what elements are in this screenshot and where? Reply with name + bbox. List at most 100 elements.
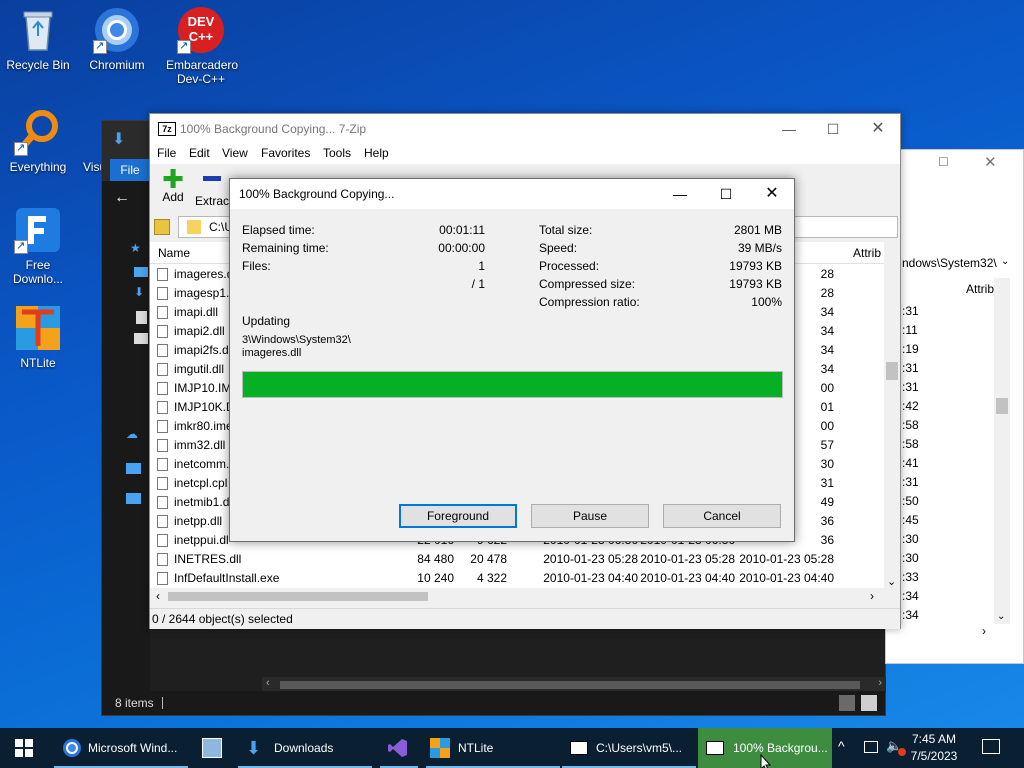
scroll-thumb[interactable] bbox=[280, 681, 860, 689]
taskbar-item-7zip-explorer[interactable]: 7z C:\Users\vm5\... bbox=[562, 728, 696, 768]
file-name: imkr80.ime bbox=[174, 419, 233, 433]
file-name: imapi2.dll bbox=[174, 324, 225, 338]
current-path: 3\Windows\System32\ bbox=[242, 334, 351, 346]
menu-view[interactable]: View bbox=[222, 146, 248, 160]
dialog-title: 100% Background Copying... bbox=[239, 187, 395, 201]
processed-value: 19793 KB bbox=[729, 259, 782, 273]
attrib-column-header[interactable]: Attrib bbox=[966, 282, 994, 296]
add-button[interactable]: ✚ Add bbox=[156, 166, 190, 212]
ntlite-icon bbox=[14, 304, 62, 352]
scroll-right-icon[interactable]: › bbox=[870, 589, 874, 603]
maximize-button[interactable]: ☐ bbox=[810, 114, 856, 144]
scroll-down-icon[interactable]: ⌄ bbox=[997, 611, 1005, 622]
thumbnail-view-icon[interactable] bbox=[861, 695, 877, 711]
downloads-folder-icon[interactable]: ⬇ bbox=[134, 285, 144, 299]
scroll-left-icon[interactable]: ‹ bbox=[156, 589, 160, 603]
close-button[interactable]: ✕ bbox=[749, 179, 795, 209]
back-arrow-icon[interactable]: ← bbox=[114, 189, 130, 207]
address-fragment[interactable]: ndows\System32\ bbox=[902, 256, 997, 270]
desktop-icon-visual-studio[interactable]: Visu bbox=[62, 108, 102, 174]
time-cell: :58 bbox=[902, 418, 919, 432]
maximize-button[interactable]: ☐ bbox=[703, 179, 749, 209]
elapsed-time-value: 00:01:11 bbox=[439, 223, 485, 237]
taskbar-item-visual-studio[interactable] bbox=[376, 728, 422, 768]
minimize-button[interactable]: — bbox=[766, 114, 812, 144]
desktop-icon-label: Chromium bbox=[89, 58, 145, 72]
desktop-icon-label: Visu bbox=[83, 160, 102, 174]
table-row[interactable]: InfDefaultInstall.exe 10 240 4 322 2010-01-… bbox=[150, 569, 890, 588]
file-size: 84 480 bbox=[417, 552, 454, 566]
close-button[interactable]: ✕ bbox=[855, 114, 901, 144]
scroll-right-icon[interactable]: › bbox=[878, 677, 882, 689]
file-icon bbox=[157, 268, 168, 281]
taskbar-item-chromium[interactable]: Microsoft Wind... bbox=[54, 728, 188, 768]
scroll-right-icon[interactable]: › bbox=[982, 624, 986, 638]
files-value: 1 bbox=[478, 259, 485, 273]
vscrollbar[interactable]: ⌄ bbox=[884, 242, 900, 588]
close-icon[interactable]: ✕ bbox=[984, 153, 997, 171]
notifications-icon[interactable] bbox=[982, 739, 1000, 754]
name-column-header[interactable]: Name bbox=[158, 246, 190, 260]
table-row[interactable]: INETRES.dll 84 480 20 478 2010-01-23 05:28 2… bbox=[150, 550, 890, 569]
ntlite-icon bbox=[430, 738, 450, 758]
menu-favorites[interactable]: Favorites bbox=[261, 146, 310, 160]
visual-studio-icon bbox=[62, 108, 102, 156]
pause-button[interactable]: Pause bbox=[531, 504, 649, 528]
up-folder-icon[interactable] bbox=[154, 219, 170, 235]
address-dropdown-icon[interactable]: ⌄ bbox=[1001, 256, 1009, 267]
elapsed-time-label: Elapsed time: bbox=[242, 223, 315, 237]
file-name: imageres.d bbox=[174, 267, 234, 281]
documents-folder-icon[interactable] bbox=[136, 311, 147, 324]
desktop-icon-free-download[interactable]: Free Downlo... bbox=[0, 206, 76, 286]
remaining-time-value: 00:00:00 bbox=[438, 241, 485, 255]
scroll-left-icon[interactable]: ‹ bbox=[266, 677, 270, 689]
desktop-icon-chromium[interactable]: Chromium bbox=[79, 6, 155, 72]
scroll-down-icon[interactable]: ⌄ bbox=[887, 575, 896, 588]
file-packed: 4 322 bbox=[476, 571, 507, 585]
title-bar[interactable]: 7z 100% Background Copying... 7-Zip — ☐ … bbox=[150, 114, 900, 144]
file-name: inetcpl.cpl bbox=[174, 476, 228, 490]
time-cell: :34 bbox=[902, 589, 919, 603]
scroll-thumb[interactable] bbox=[996, 398, 1008, 414]
quick-access-icon[interactable]: ★ bbox=[130, 241, 141, 255]
desktop-folder-icon[interactable] bbox=[134, 267, 148, 277]
time-cell: :11 bbox=[902, 323, 918, 337]
menu-edit[interactable]: Edit bbox=[189, 146, 210, 160]
show-hidden-icons-chevron-icon[interactable]: ^ bbox=[838, 738, 845, 754]
hscrollbar[interactable]: ‹ › bbox=[150, 588, 885, 605]
taskbar-item-downloads[interactable]: ⬇ Downloads bbox=[238, 728, 372, 768]
taskbar-item-network[interactable] bbox=[192, 728, 234, 768]
menu-tools[interactable]: Tools bbox=[323, 146, 351, 160]
vscrollbar[interactable]: ⌄ bbox=[994, 278, 1010, 624]
visual-studio-icon bbox=[388, 739, 407, 757]
clock[interactable]: 7:45 AM 7/5/2023 bbox=[902, 731, 966, 765]
foreground-button[interactable]: Foreground bbox=[399, 504, 517, 528]
background-7zip-window[interactable]: ☐ ✕ ndows\System32\ ⌄ Attrib :31:11:19:3… bbox=[885, 149, 1024, 664]
explorer-file-tab[interactable]: File bbox=[110, 159, 150, 181]
onedrive-icon[interactable]: ☁ bbox=[126, 427, 138, 441]
file-icon bbox=[157, 344, 168, 357]
attrib-column-header[interactable]: Attrib bbox=[853, 246, 881, 260]
maximize-icon[interactable]: ☐ bbox=[938, 155, 949, 169]
cancel-button[interactable]: Cancel bbox=[663, 504, 781, 528]
pictures-folder-icon[interactable] bbox=[134, 333, 148, 344]
scroll-thumb[interactable] bbox=[886, 362, 898, 380]
desktop-icon-dev-cpp[interactable]: DEV C++ Embarcadero Dev-C++ bbox=[163, 6, 239, 86]
menu-file[interactable]: File bbox=[157, 146, 176, 160]
taskbar-item-ntlite[interactable]: NTLite bbox=[426, 728, 560, 768]
compressed-size-value: 19793 KB bbox=[729, 277, 782, 291]
scroll-thumb[interactable] bbox=[168, 592, 428, 601]
this-pc-icon[interactable] bbox=[126, 463, 141, 474]
file-icon bbox=[157, 515, 168, 528]
minimize-button[interactable]: — bbox=[657, 179, 703, 209]
desktop-icon-recycle-bin[interactable]: Recycle Bin bbox=[0, 6, 76, 72]
time-cell: :50 bbox=[902, 494, 919, 508]
dialog-title-bar[interactable]: 100% Background Copying... — ☐ ✕ bbox=[230, 179, 794, 209]
menu-help[interactable]: Help bbox=[364, 146, 389, 160]
progress-dialog[interactable]: 100% Background Copying... — ☐ ✕ Elapsed… bbox=[229, 178, 795, 542]
start-button[interactable] bbox=[0, 728, 48, 768]
network-icon[interactable] bbox=[126, 493, 141, 504]
details-view-icon[interactable] bbox=[839, 695, 855, 711]
network-tray-icon[interactable] bbox=[864, 741, 878, 753]
desktop-icon-ntlite[interactable]: NTLite bbox=[0, 304, 76, 370]
